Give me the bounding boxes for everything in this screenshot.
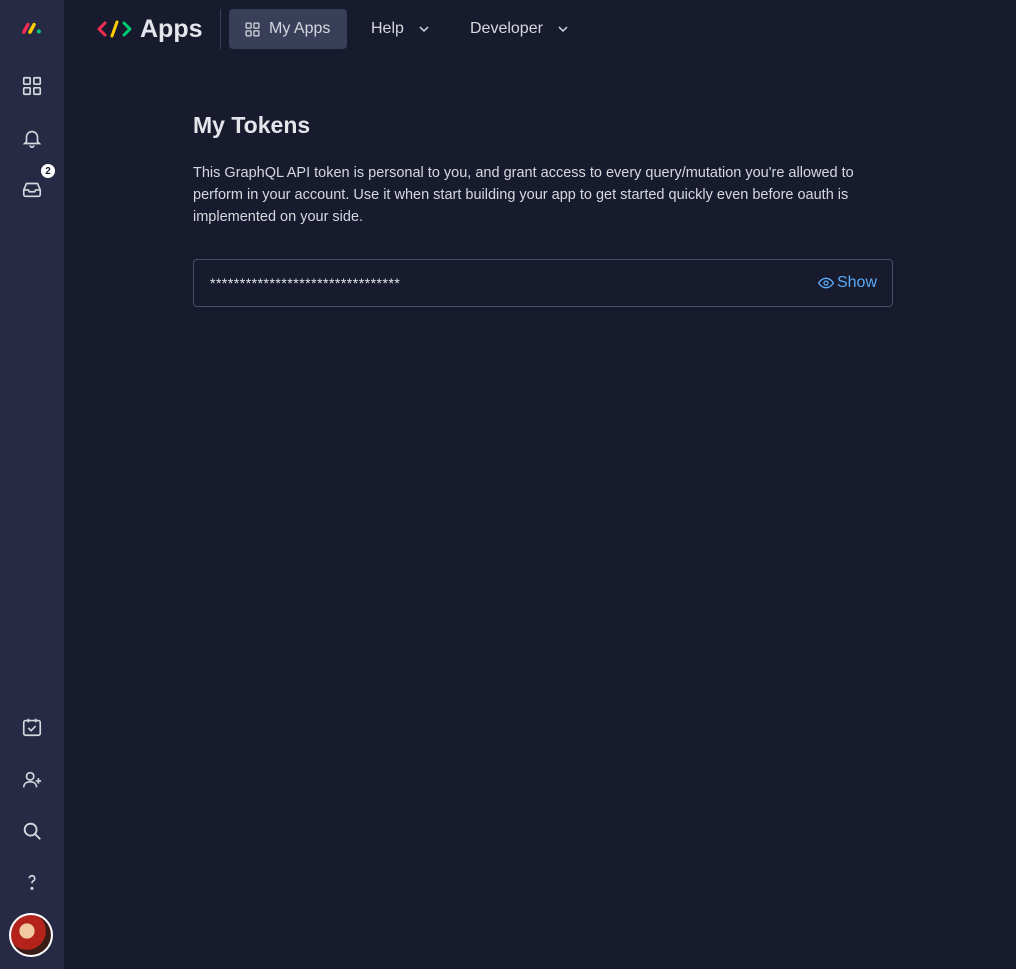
bell-icon[interactable] [16, 122, 48, 154]
code-brackets-icon [97, 20, 132, 38]
grid-icon [245, 21, 260, 37]
token-description: This GraphQL API token is personal to yo… [193, 165, 854, 225]
header-divider [220, 9, 221, 49]
search-icon[interactable] [16, 815, 48, 847]
chevron-down-icon [558, 26, 568, 33]
show-token-button[interactable]: Show [817, 274, 877, 292]
nav-help[interactable]: Help [371, 9, 430, 49]
apps-logo[interactable]: Apps [96, 14, 203, 44]
nav-help-label: Help [371, 20, 404, 37]
nav-my-apps-label: My Apps [269, 20, 331, 37]
nav-developer-label: Developer [470, 20, 543, 37]
monday-logo-icon[interactable] [16, 12, 48, 44]
top-bar: Apps My Apps Help Developer [64, 0, 1016, 58]
main-content: My Tokens This GraphQL API token is pers… [193, 112, 893, 307]
token-field[interactable]: ******************************** Show [193, 259, 893, 307]
avatar-image [11, 915, 51, 955]
token-value[interactable]: ******************************** [210, 275, 400, 291]
avatar[interactable] [9, 913, 53, 957]
help-icon[interactable] [16, 866, 48, 898]
page-title: My Tokens [193, 112, 311, 138]
eye-icon [817, 277, 834, 289]
app-title: Apps [140, 14, 203, 43]
invite-user-icon[interactable] [16, 764, 48, 796]
workspaces-grid-icon[interactable] [16, 70, 48, 102]
nav-developer[interactable]: Developer [470, 9, 569, 49]
notifications-badge: 2 [40, 163, 56, 179]
calendar-check-icon[interactable] [16, 711, 48, 743]
chevron-down-icon [419, 26, 429, 33]
nav-my-apps[interactable]: My Apps [229, 9, 347, 49]
left-sidebar: 2 [0, 0, 64, 969]
show-token-label: Show [836, 274, 877, 291]
